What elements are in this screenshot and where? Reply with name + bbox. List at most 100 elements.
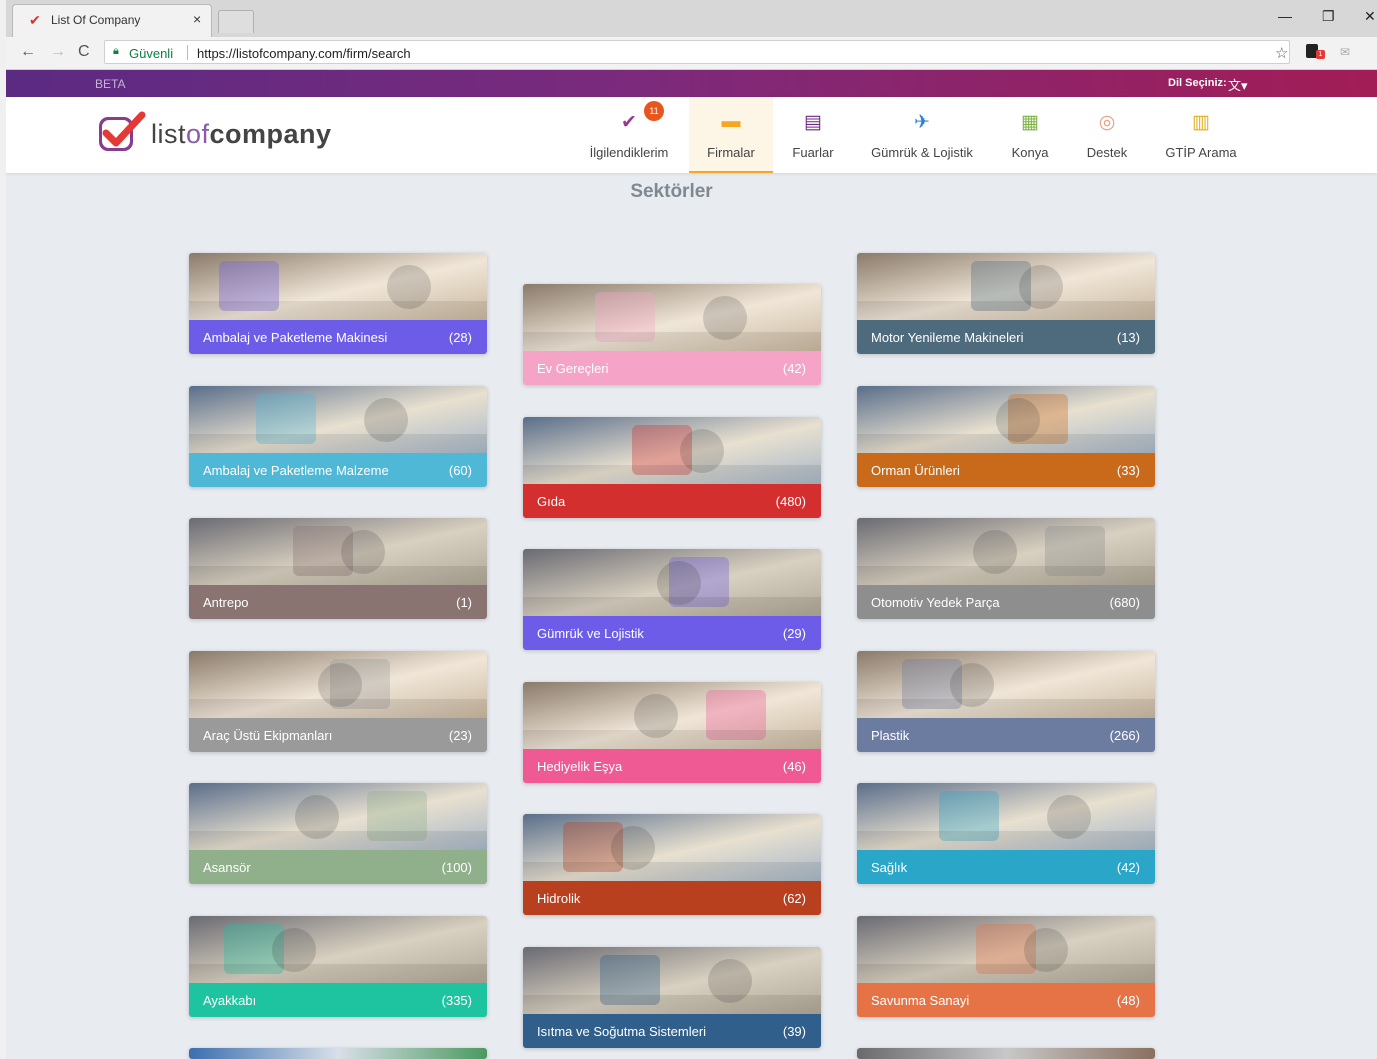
sector-name: Orman Ürünleri bbox=[871, 463, 960, 478]
sector-image bbox=[523, 417, 821, 484]
minimize-icon[interactable]: — bbox=[1278, 8, 1292, 24]
translate-icon[interactable]: 文▾ bbox=[1228, 75, 1248, 94]
sector-count: (100) bbox=[441, 860, 472, 875]
favicon-icon: ✔ bbox=[29, 12, 41, 28]
sector-name: Hediyelik Eşya bbox=[537, 759, 623, 774]
language-selector[interactable]: Dil Seçiniz: bbox=[1168, 77, 1227, 89]
nav-gumruk-lojistik[interactable]: ✈ Gümrük & Lojistik bbox=[864, 97, 980, 173]
sector-label-bar: Antrepo (1) bbox=[189, 585, 487, 619]
new-tab-button[interactable] bbox=[218, 10, 254, 33]
sector-name: Gıda bbox=[537, 494, 566, 509]
sector-card[interactable]: Hediyelik Eşya (46) bbox=[523, 682, 821, 783]
sector-label-bar: Isıtma ve Soğutma Sistemleri (39) bbox=[523, 1014, 821, 1048]
sector-name: Ambalaj ve Paketleme Makinesi bbox=[203, 330, 388, 345]
sector-card[interactable]: Asansör (100) bbox=[189, 783, 487, 884]
sector-name: Ambalaj ve Paketleme Malzeme bbox=[203, 463, 389, 478]
sector-label-bar: Gıda (480) bbox=[523, 484, 821, 518]
sector-count: (46) bbox=[782, 759, 806, 774]
tab-title: List Of Company bbox=[51, 13, 141, 27]
sector-card[interactable]: Orman Ürünleri (33) bbox=[857, 386, 1155, 487]
sector-card[interactable]: Motor Yenileme Makineleri (13) bbox=[857, 253, 1155, 354]
nav-destek[interactable]: ◎ Destek bbox=[1076, 97, 1138, 173]
sector-image bbox=[857, 386, 1155, 453]
sector-card[interactable]: Ambalaj ve Paketleme Malzeme (60) bbox=[189, 386, 487, 487]
sector-count: (480) bbox=[775, 494, 806, 509]
notification-badge: 11 bbox=[644, 101, 664, 121]
sector-count: (39) bbox=[782, 1024, 806, 1039]
nav-gtip-arama[interactable]: ▥ GTİP Arama bbox=[1156, 97, 1246, 173]
sector-name: Gümrük ve Lojistik bbox=[537, 626, 644, 641]
nav-label: Fuarlar bbox=[792, 145, 834, 160]
browser-tab[interactable]: ✔ List Of Company × bbox=[12, 4, 212, 37]
sector-card[interactable]: Antrepo (1) bbox=[189, 518, 487, 619]
reload-icon[interactable]: C bbox=[78, 43, 90, 61]
calendar-icon: ▤ bbox=[804, 112, 822, 133]
building-icon: ▦ bbox=[1021, 112, 1039, 133]
sector-image bbox=[189, 651, 487, 718]
sector-count: (28) bbox=[448, 330, 472, 345]
forward-arrow-icon[interactable]: → bbox=[50, 43, 66, 61]
extension-2-icon[interactable]: ✉ bbox=[1340, 45, 1350, 59]
sector-count: (62) bbox=[782, 891, 806, 906]
close-window-icon[interactable]: ✕ bbox=[1364, 8, 1376, 25]
sector-card-partial[interactable] bbox=[857, 1048, 1155, 1059]
sector-label-bar: Ev Gereçleri (42) bbox=[523, 351, 821, 385]
nav-label: Firmalar bbox=[707, 145, 755, 160]
sector-count: (680) bbox=[1109, 595, 1140, 610]
sector-name: Savunma Sanayi bbox=[871, 993, 970, 1008]
sector-image bbox=[189, 386, 487, 453]
sector-label-bar: Plastik (266) bbox=[857, 718, 1155, 752]
sector-card[interactable]: Gümrük ve Lojistik (29) bbox=[523, 549, 821, 650]
logo-icon[interactable] bbox=[96, 111, 146, 157]
nav-konya[interactable]: ▦ Konya bbox=[1002, 97, 1058, 173]
sector-card-partial[interactable] bbox=[189, 1048, 487, 1059]
sector-card[interactable]: Gıda (480) bbox=[523, 417, 821, 518]
sector-card[interactable]: Savunma Sanayi (48) bbox=[857, 916, 1155, 1017]
back-arrow-icon[interactable]: ← bbox=[20, 43, 36, 61]
bookmark-star-icon[interactable]: ☆ bbox=[1275, 44, 1288, 62]
nav-ilgilendiklerim[interactable]: ✔ 11 İlgilendiklerim bbox=[584, 97, 674, 173]
site-topbar: BETA Dil Seçiniz: 文▾ bbox=[6, 70, 1377, 97]
sector-count: (42) bbox=[782, 361, 806, 376]
sector-card[interactable]: Ayakkabı (335) bbox=[189, 916, 487, 1017]
nav-fuarlar[interactable]: ▤ Fuarlar bbox=[782, 97, 844, 173]
page-title: Sektörler bbox=[630, 181, 713, 202]
sector-image bbox=[857, 518, 1155, 585]
nav-label: Gümrük & Lojistik bbox=[871, 145, 973, 160]
sector-label-bar: Otomotiv Yedek Parça (680) bbox=[857, 585, 1155, 619]
tab-close-icon[interactable]: × bbox=[193, 11, 201, 27]
sector-label-bar: Hediyelik Eşya (46) bbox=[523, 749, 821, 783]
nav-firmalar[interactable]: ▬ Firmalar bbox=[689, 97, 773, 173]
address-bar[interactable]: 🔒︎ Güvenli https://listofcompany.com/fir… bbox=[104, 40, 1290, 64]
sector-name: Hidrolik bbox=[537, 891, 581, 906]
restore-icon[interactable]: ❐ bbox=[1322, 8, 1335, 25]
sector-card[interactable]: Otomotiv Yedek Parça (680) bbox=[857, 518, 1155, 619]
support-icon: ◎ bbox=[1098, 112, 1116, 133]
nav-label: GTİP Arama bbox=[1165, 145, 1237, 160]
sector-image bbox=[189, 518, 487, 585]
sector-card[interactable]: Plastik (266) bbox=[857, 651, 1155, 752]
url-text[interactable]: https://listofcompany.com/firm/search bbox=[197, 46, 411, 61]
sector-name: Sağlık bbox=[871, 860, 908, 875]
sector-label-bar: Asansör (100) bbox=[189, 850, 487, 884]
sector-count: (1) bbox=[456, 595, 472, 610]
sector-count: (33) bbox=[1116, 463, 1140, 478]
sector-image bbox=[523, 284, 821, 351]
tab-strip: ✔ List Of Company × — ❐ ✕ bbox=[0, 0, 1377, 37]
logo-text[interactable]: listofcompany bbox=[151, 119, 332, 150]
sector-name: Otomotiv Yedek Parça bbox=[871, 595, 1000, 610]
sector-card[interactable]: Isıtma ve Soğutma Sistemleri (39) bbox=[523, 947, 821, 1048]
sector-card[interactable]: Ambalaj ve Paketleme Makinesi (28) bbox=[189, 253, 487, 354]
sector-card[interactable]: Ev Gereçleri (42) bbox=[523, 284, 821, 385]
sector-name: Araç Üstü Ekipmanları bbox=[203, 728, 333, 743]
plane-landing-icon: ✈ bbox=[914, 112, 930, 133]
sector-image bbox=[857, 253, 1155, 320]
sector-label-bar: Hidrolik (62) bbox=[523, 881, 821, 915]
sector-card[interactable]: Sağlık (42) bbox=[857, 783, 1155, 884]
barcode-scan-icon: ▥ bbox=[1192, 112, 1210, 133]
sector-card[interactable]: Hidrolik (62) bbox=[523, 814, 821, 915]
sector-image bbox=[857, 916, 1155, 983]
sector-count: (48) bbox=[1116, 993, 1140, 1008]
sector-image bbox=[523, 682, 821, 749]
sector-card[interactable]: Araç Üstü Ekipmanları (23) bbox=[189, 651, 487, 752]
